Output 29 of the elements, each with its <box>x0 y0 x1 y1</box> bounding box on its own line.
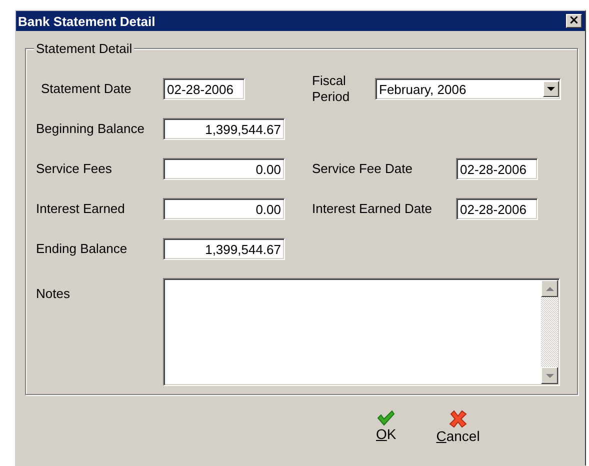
field-label: Service Fee Date <box>312 161 414 177</box>
field-label: Notes <box>36 285 71 303</box>
field-label: Interest Earned <box>36 201 126 217</box>
notes-field[interactable] <box>163 278 560 386</box>
scroll-up-icon[interactable] <box>546 286 554 290</box>
date-field[interactable]: 02-28-2006 <box>163 78 245 100</box>
close-button[interactable]: × <box>566 14 582 28</box>
amount-field[interactable]: 1,399,544.67 <box>163 238 285 260</box>
amount-field[interactable]: 1,399,544.67 <box>163 118 285 140</box>
field-label: Statement Date <box>40 81 132 97</box>
period-dropdown[interactable]: February, 2006 <box>375 78 561 100</box>
date-field[interactable]: 02-28-2006 <box>456 198 538 220</box>
amount-field[interactable]: 0.00 <box>163 198 285 220</box>
field-label: Service Fees <box>36 161 113 177</box>
scrollbar[interactable] <box>541 280 558 384</box>
ok-button[interactable]: OK <box>376 410 396 444</box>
cancel-button[interactable]: Cancel <box>436 410 480 444</box>
checkmark-icon <box>377 410 396 426</box>
date-field[interactable]: 02-28-2006 <box>456 158 538 180</box>
window-title: Bank Statement Detail <box>18 14 156 28</box>
dropdown-arrow-icon[interactable] <box>547 87 555 91</box>
field-label: Interest Earned Date <box>312 201 433 217</box>
field-label: Fiscal Period <box>312 73 351 105</box>
amount-field[interactable]: 0.00 <box>163 158 285 180</box>
field-label: Ending Balance <box>36 241 128 257</box>
group-title: Statement Detail <box>34 41 134 56</box>
scroll-down-icon[interactable] <box>546 374 554 378</box>
field-label: Beginning Balance <box>36 121 146 137</box>
x-mark-icon <box>449 410 468 428</box>
